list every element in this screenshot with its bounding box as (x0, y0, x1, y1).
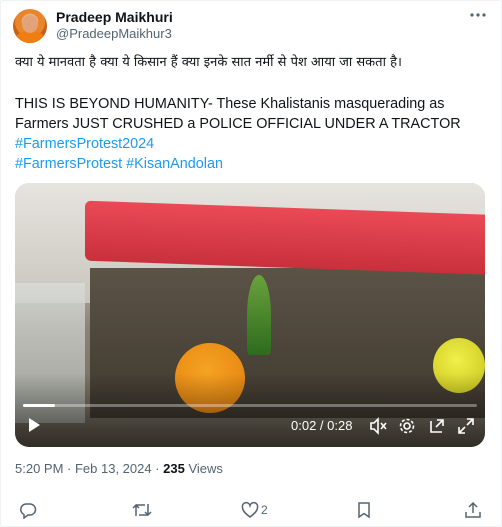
views-count: 235 (163, 461, 185, 476)
video-progress-bar[interactable] (23, 404, 477, 407)
tweet-meta: 5:20 PM · Feb 13, 2024 · 235 Views (15, 461, 223, 477)
video-controls-shade (15, 373, 485, 447)
author-handle[interactable]: @PradeepMaikhur3 (56, 26, 172, 42)
avatar[interactable] (13, 9, 47, 43)
avatar-face (22, 15, 38, 33)
video-frame-flag (247, 275, 271, 355)
fullscreen-icon[interactable] (457, 417, 475, 435)
hashtag-line-2[interactable]: #FarmersProtest #KisanAndolan (15, 154, 223, 174)
video-player[interactable]: 0:02 / 0:28 (15, 183, 485, 447)
pip-icon[interactable] (428, 417, 446, 435)
tweet-card: Pradeep Maikhuri @PradeepMaikhur3 क्या य… (0, 0, 502, 527)
share-icon[interactable] (464, 501, 482, 521)
settings-icon[interactable] (398, 417, 416, 435)
more-icon[interactable] (467, 5, 489, 25)
hashtag-line-1[interactable]: #FarmersProtest2024 (15, 134, 154, 154)
tweet-english-line-1: THIS IS BEYOND HUMANITY- These Khalistan… (15, 96, 445, 112)
tweet-hindi-text: क्या ये मानवता है क्या ये किसान हैं क्या… (15, 55, 402, 70)
like-count: 2 (261, 503, 268, 517)
play-icon[interactable] (27, 417, 41, 435)
bookmark-icon[interactable] (356, 501, 372, 521)
reply-icon[interactable] (19, 501, 37, 521)
mute-icon[interactable] (369, 417, 387, 435)
like-icon[interactable] (241, 501, 259, 521)
video-progress-fill (23, 404, 55, 407)
tweet-timestamp[interactable]: 5:20 PM · Feb 13, 2024 · (15, 461, 163, 476)
tweet-english-line-2: Farmers JUST CRUSHED a POLICE OFFICIAL U… (15, 116, 461, 132)
author-name[interactable]: Pradeep Maikhuri (56, 9, 173, 26)
retweet-icon[interactable] (132, 501, 152, 521)
video-time: 0:02 / 0:28 (291, 418, 353, 433)
views-label: Views (184, 461, 223, 476)
